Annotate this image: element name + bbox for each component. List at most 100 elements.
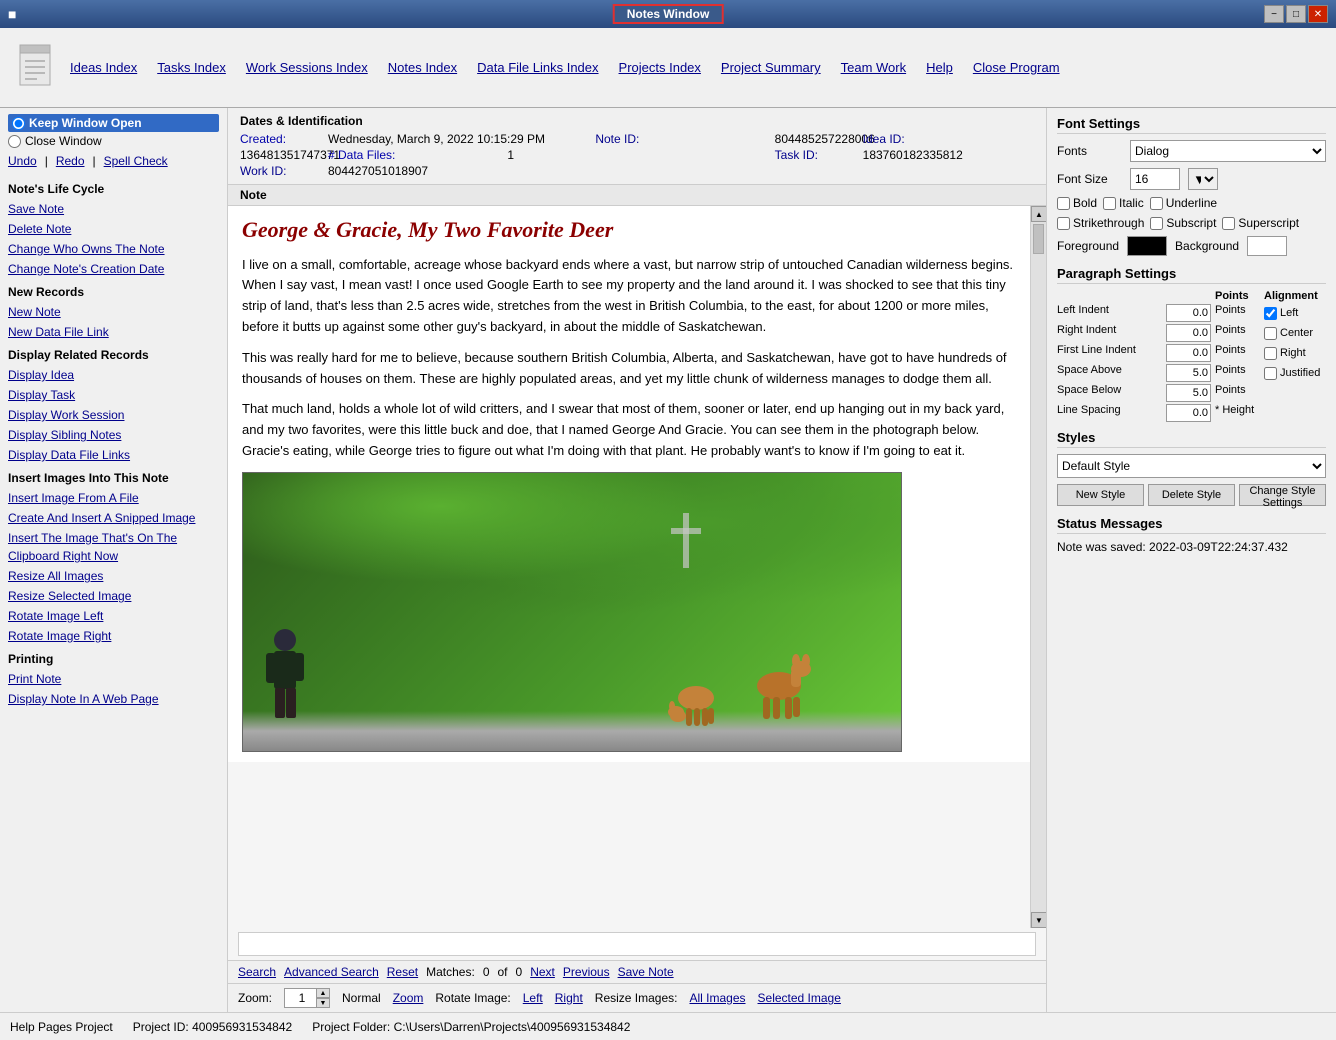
rotate-left-link[interactable]: Left [523, 991, 543, 1005]
delete-note-link[interactable]: Delete Note [8, 219, 219, 239]
redo-button[interactable]: Redo [56, 154, 85, 168]
next-button[interactable]: Next [530, 965, 555, 979]
insert-image-clipboard-link[interactable]: Insert The Image That's On The Clipboard… [8, 528, 219, 566]
right-indent-input[interactable] [1166, 324, 1211, 342]
note-scrollbar[interactable]: ▲ ▼ [1030, 206, 1046, 928]
status-messages-title: Status Messages [1057, 516, 1326, 534]
display-task-link[interactable]: Display Task [8, 385, 219, 405]
display-idea-link[interactable]: Display Idea [8, 365, 219, 385]
left-indent-unit: Points [1215, 304, 1260, 322]
zoom-input[interactable]: 1 [284, 988, 320, 1008]
new-note-link[interactable]: New Note [8, 302, 219, 322]
left-indent-input[interactable] [1166, 304, 1211, 322]
zoom-link[interactable]: Zoom [393, 991, 424, 1005]
selected-image-link[interactable]: Selected Image [758, 991, 841, 1005]
foreground-swatch[interactable] [1127, 236, 1167, 256]
change-creation-date-link[interactable]: Change Note's Creation Date [8, 259, 219, 279]
note-content[interactable]: George & Gracie, My Two Favorite Deer I … [228, 206, 1046, 762]
search-bar: Search Advanced Search Reset Matches: 0 … [228, 960, 1046, 983]
points-header: Points [1215, 290, 1260, 302]
center-align-check[interactable]: Center [1264, 324, 1326, 342]
close-window-option[interactable]: Close Window [8, 134, 219, 148]
rotate-image-left-link[interactable]: Rotate Image Left [8, 606, 219, 626]
scroll-down-button[interactable]: ▼ [1031, 912, 1046, 928]
insert-image-from-file-link[interactable]: Insert Image From A File [8, 488, 219, 508]
rotate-right-link[interactable]: Right [555, 991, 583, 1005]
scroll-up-button[interactable]: ▲ [1031, 206, 1046, 222]
style-select[interactable]: Default Style [1057, 454, 1326, 478]
matches-value: 0 [483, 965, 490, 979]
zoom-up-button[interactable]: ▲ [316, 988, 330, 998]
zoom-down-button[interactable]: ▼ [316, 998, 330, 1008]
note-content-wrapper: George & Gracie, My Two Favorite Deer I … [228, 206, 1046, 928]
separator: | [45, 154, 48, 168]
window-controls: − □ ✕ [1264, 5, 1328, 23]
rotate-image-label: Rotate Image: [435, 991, 510, 1005]
justified-check[interactable]: Justified [1264, 364, 1326, 382]
save-note-search-button[interactable]: Save Note [618, 965, 674, 979]
change-style-settings-button[interactable]: Change Style Settings [1239, 484, 1326, 506]
display-data-file-links-link[interactable]: Display Data File Links [8, 445, 219, 465]
note-paragraph-3: That much land, holds a whole lot of wil… [242, 399, 1022, 461]
rotate-image-right-link[interactable]: Rotate Image Right [8, 626, 219, 646]
superscript-check[interactable]: Superscript [1222, 216, 1299, 230]
menu-team-work[interactable]: Team Work [841, 60, 907, 75]
previous-button[interactable]: Previous [563, 965, 610, 979]
new-style-button[interactable]: New Style [1057, 484, 1144, 506]
search-text-input[interactable] [239, 933, 1035, 955]
line-spacing-input[interactable] [1166, 404, 1211, 422]
advanced-search-button[interactable]: Advanced Search [284, 965, 379, 979]
background-swatch[interactable] [1247, 236, 1287, 256]
search-button[interactable]: Search [238, 965, 276, 979]
subscript-check[interactable]: Subscript [1150, 216, 1216, 230]
strikethrough-check[interactable]: Strikethrough [1057, 216, 1144, 230]
delete-style-button[interactable]: Delete Style [1148, 484, 1235, 506]
left-align-check[interactable]: Left [1264, 304, 1326, 322]
menu-work-sessions-index[interactable]: Work Sessions Index [246, 60, 368, 75]
paragraph-grid: Points Alignment Left Indent Points Left… [1057, 290, 1326, 422]
font-size-select[interactable]: ▼ [1188, 168, 1218, 190]
underline-check[interactable]: Underline [1150, 196, 1217, 210]
italic-check[interactable]: Italic [1103, 196, 1144, 210]
normal-label: Normal [342, 991, 381, 1005]
minimize-button[interactable]: − [1264, 5, 1284, 23]
created-label: Created: [240, 132, 320, 146]
maximize-button[interactable]: □ [1286, 5, 1306, 23]
project-name: Help Pages Project [10, 1020, 113, 1034]
display-sibling-notes-link[interactable]: Display Sibling Notes [8, 425, 219, 445]
resize-all-images-link[interactable]: Resize All Images [8, 566, 219, 586]
spell-check-button[interactable]: Spell Check [104, 154, 168, 168]
title-bar: ■ Notes Window − □ ✕ [0, 0, 1336, 28]
close-button[interactable]: ✕ [1308, 5, 1328, 23]
menu-ideas-index[interactable]: Ideas Index [70, 60, 137, 75]
display-note-web-link[interactable]: Display Note In A Web Page [8, 689, 219, 709]
fonts-select[interactable]: Dialog [1130, 140, 1326, 162]
font-size-input[interactable] [1130, 168, 1180, 190]
task-id-value: 183760182335812 [863, 148, 1034, 162]
keep-window-open-option[interactable]: Keep Window Open [8, 114, 219, 132]
right-align-check[interactable]: Right [1264, 344, 1326, 362]
zoom-control: 1 ▲ ▼ [284, 988, 330, 1008]
menu-projects-index[interactable]: Projects Index [619, 60, 701, 75]
space-above-input[interactable] [1166, 364, 1211, 382]
menu-close-program[interactable]: Close Program [973, 60, 1060, 75]
change-who-owns-link[interactable]: Change Who Owns The Note [8, 239, 219, 259]
menu-tasks-index[interactable]: Tasks Index [157, 60, 226, 75]
space-below-input[interactable] [1166, 384, 1211, 402]
undo-button[interactable]: Undo [8, 154, 37, 168]
bold-check[interactable]: Bold [1057, 196, 1097, 210]
first-line-indent-input[interactable] [1166, 344, 1211, 362]
display-work-session-link[interactable]: Display Work Session [8, 405, 219, 425]
menu-notes-index[interactable]: Notes Index [388, 60, 457, 75]
menu-data-file-links-index[interactable]: Data File Links Index [477, 60, 598, 75]
print-note-link[interactable]: Print Note [8, 669, 219, 689]
resize-selected-image-link[interactable]: Resize Selected Image [8, 586, 219, 606]
all-images-link[interactable]: All Images [689, 991, 745, 1005]
reset-button[interactable]: Reset [387, 965, 418, 979]
menu-project-summary[interactable]: Project Summary [721, 60, 821, 75]
save-note-link[interactable]: Save Note [8, 199, 219, 219]
scroll-thumb[interactable] [1033, 224, 1044, 254]
new-data-file-link-link[interactable]: New Data File Link [8, 322, 219, 342]
menu-help[interactable]: Help [926, 60, 953, 75]
create-insert-snipped-link[interactable]: Create And Insert A Snipped Image [8, 508, 219, 528]
